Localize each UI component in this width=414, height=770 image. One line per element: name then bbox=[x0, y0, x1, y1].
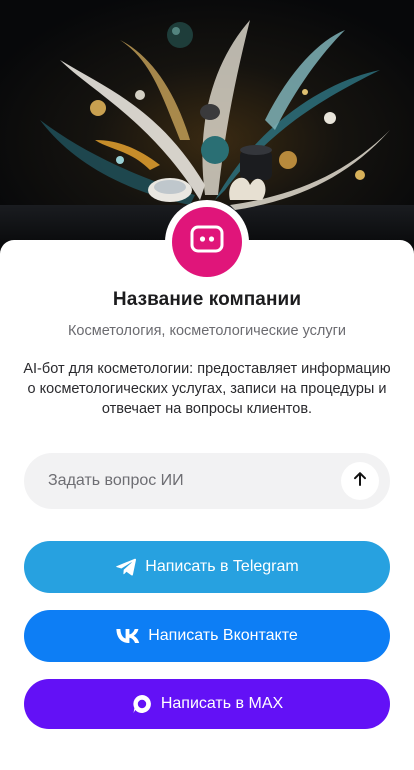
max-button[interactable]: Написать в MAX bbox=[24, 679, 390, 729]
ask-ai-field bbox=[24, 453, 390, 509]
ask-ai-input[interactable] bbox=[48, 453, 328, 509]
send-button[interactable] bbox=[341, 462, 379, 500]
vk-button-label: Написать Вконтакте bbox=[148, 627, 298, 644]
company-category: Косметология, косметологические услуги bbox=[67, 323, 347, 339]
telegram-button-label: Написать в Telegram bbox=[145, 558, 299, 575]
arrow-up-icon bbox=[351, 470, 369, 493]
telegram-icon bbox=[115, 557, 137, 577]
max-icon bbox=[131, 693, 153, 715]
company-name: Название компании bbox=[112, 289, 302, 310]
vk-button[interactable]: Написать Вконтакте bbox=[24, 610, 390, 662]
vk-icon bbox=[116, 629, 140, 643]
avatar-circle bbox=[172, 207, 242, 277]
chat-bot-icon bbox=[190, 223, 224, 262]
telegram-button[interactable]: Написать в Telegram bbox=[24, 541, 390, 593]
company-description: AI-бот для косметологии: предоставляет и… bbox=[23, 361, 391, 417]
page: Название компании Косметология, косметол… bbox=[0, 0, 414, 770]
avatar bbox=[165, 200, 249, 284]
max-button-label: Написать в MAX bbox=[160, 695, 284, 712]
